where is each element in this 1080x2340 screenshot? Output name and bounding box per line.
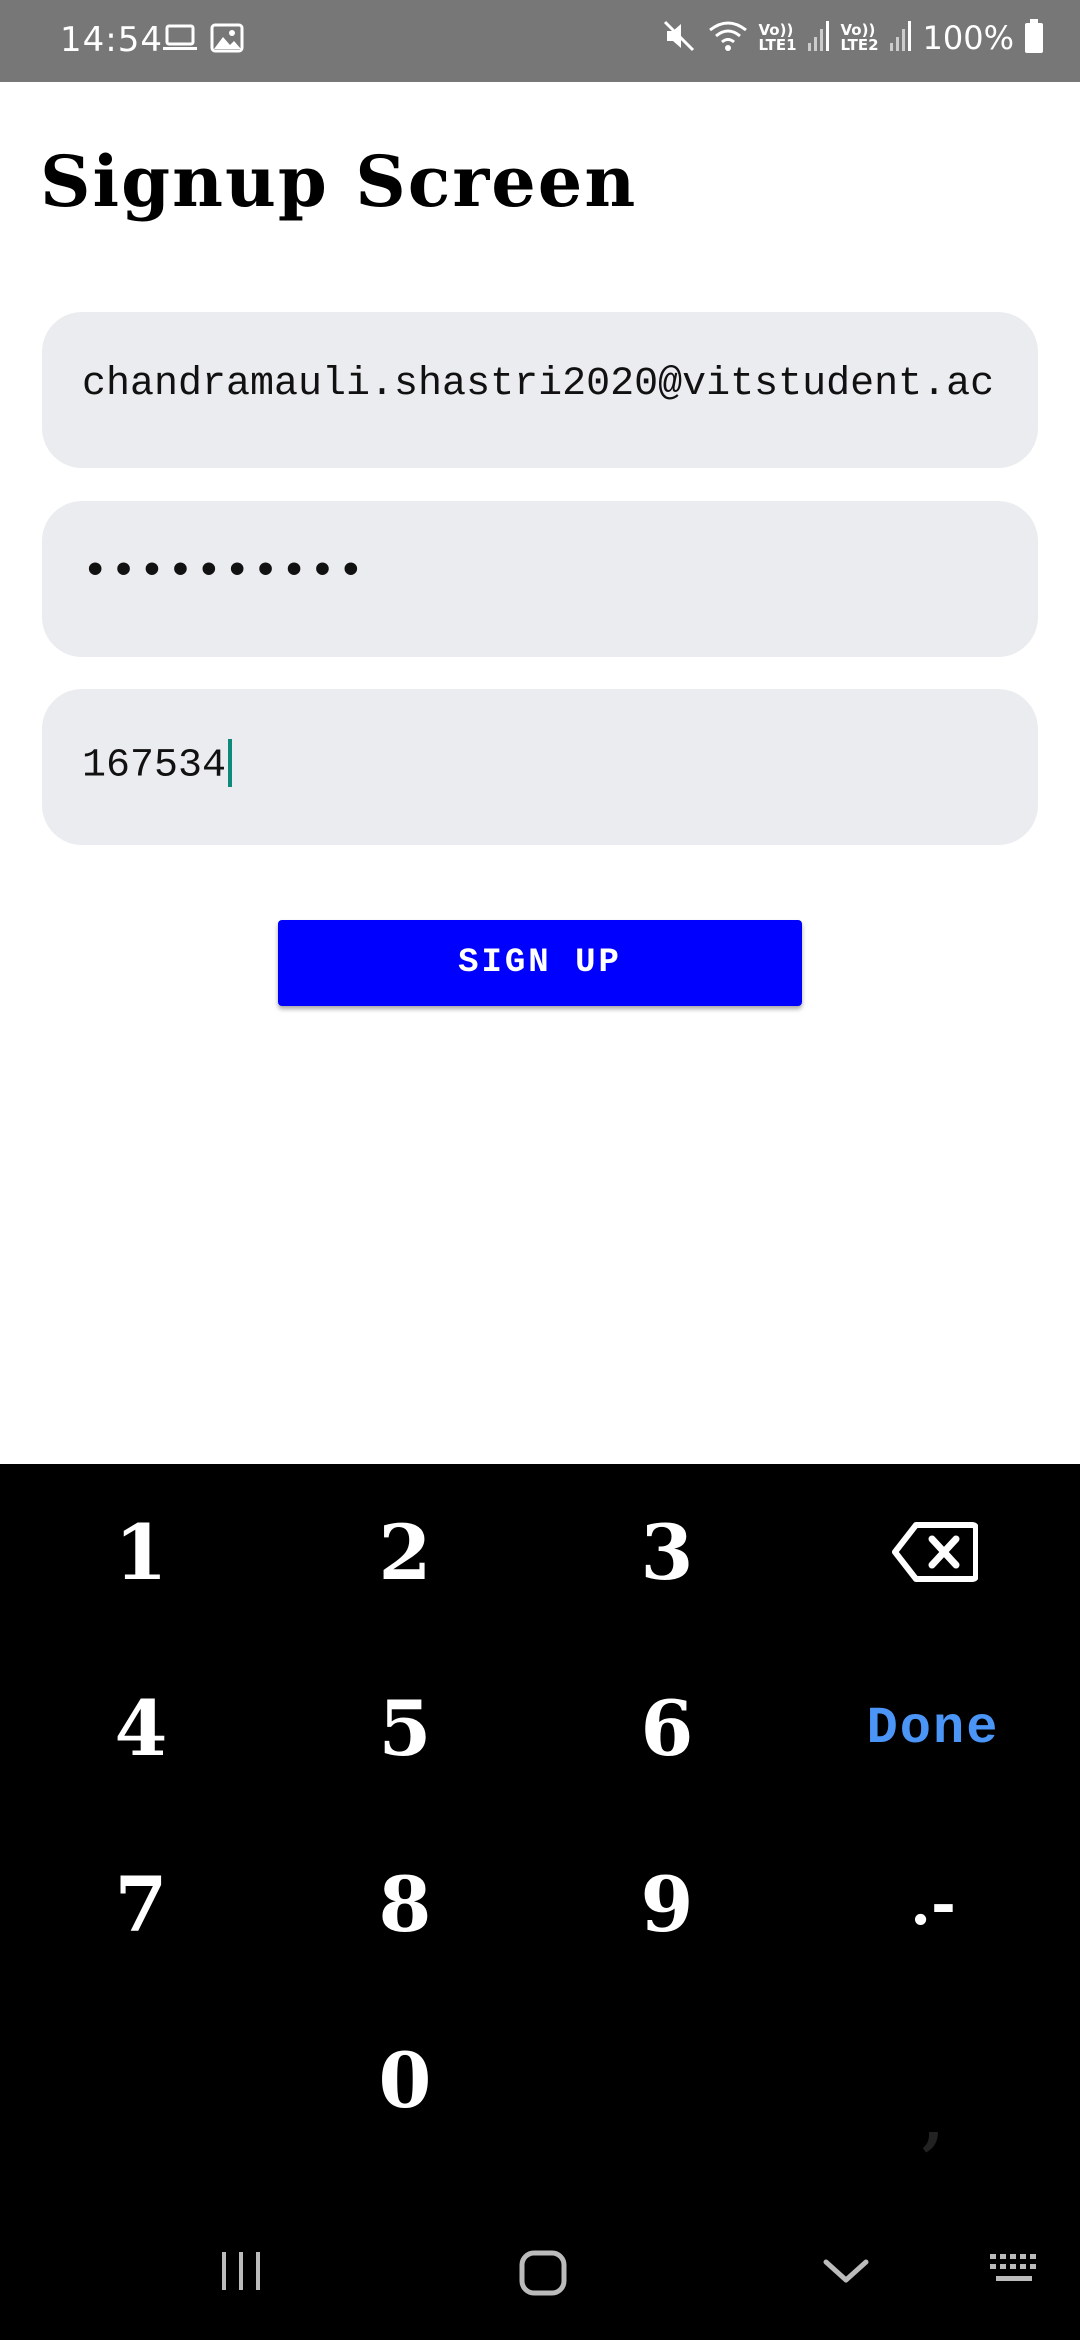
laptop-icon <box>162 22 198 58</box>
comma-key[interactable]: , <box>798 1992 1068 2208</box>
sim1-lte: LTE1 <box>758 36 797 54</box>
status-time: 14:54 <box>60 20 163 60</box>
sim1-label: Vo)) LTE1 <box>759 23 797 53</box>
signal-icon <box>807 19 831 57</box>
key-2[interactable]: 2 <box>270 1464 540 1640</box>
key-0[interactable]: 0 <box>270 1992 540 2168</box>
signup-button[interactable]: SIGN UP <box>278 920 802 1006</box>
password-value: •••••••••• <box>82 547 367 597</box>
text-caret <box>228 739 233 787</box>
page-title: Signup Screen <box>40 140 638 223</box>
key-8[interactable]: 8 <box>270 1816 540 1992</box>
sim2-label: Vo)) LTE2 <box>841 23 879 53</box>
backspace-key[interactable] <box>800 1464 1070 1640</box>
mute-icon <box>661 18 697 58</box>
key-1[interactable]: 1 <box>6 1464 276 1640</box>
sim2-lte: LTE2 <box>840 36 879 54</box>
dot-dash-key[interactable]: .- <box>798 1816 1068 1992</box>
email-field[interactable]: chandramauli.shastri2020@vitstudent.ac.i… <box>42 312 1038 468</box>
keyboard-icon[interactable] <box>988 2250 1044 2297</box>
back-icon[interactable] <box>822 2250 870 2297</box>
key-7[interactable]: 7 <box>6 1816 276 1992</box>
email-value: chandramauli.shastri2020@vitstudent.ac.i… <box>82 362 998 407</box>
home-icon[interactable] <box>518 2250 568 2301</box>
navigation-bar <box>0 2200 1080 2340</box>
battery-icon <box>1024 18 1044 58</box>
recents-icon[interactable] <box>218 2250 264 2297</box>
status-bar: 14:54 Vo)) LTE1 Vo)) LTE2 100% <box>0 0 1080 82</box>
password-field[interactable]: •••••••••• <box>42 501 1038 657</box>
otp-value: 167534 <box>82 743 227 789</box>
otp-field[interactable]: 167534 <box>42 689 1038 845</box>
key-9[interactable]: 9 <box>532 1816 802 1992</box>
signal-icon <box>889 19 913 57</box>
otp-value-wrap: 167534 <box>82 739 998 791</box>
image-icon <box>210 22 244 58</box>
key-4[interactable]: 4 <box>6 1640 276 1816</box>
backspace-icon <box>892 1522 978 1582</box>
key-6[interactable]: 6 <box>532 1640 802 1816</box>
done-key[interactable]: Done <box>798 1640 1068 1816</box>
key-3[interactable]: 3 <box>532 1464 802 1640</box>
wifi-icon <box>707 18 749 58</box>
key-5[interactable]: 5 <box>270 1640 540 1816</box>
battery-percent: 100% <box>922 19 1014 57</box>
